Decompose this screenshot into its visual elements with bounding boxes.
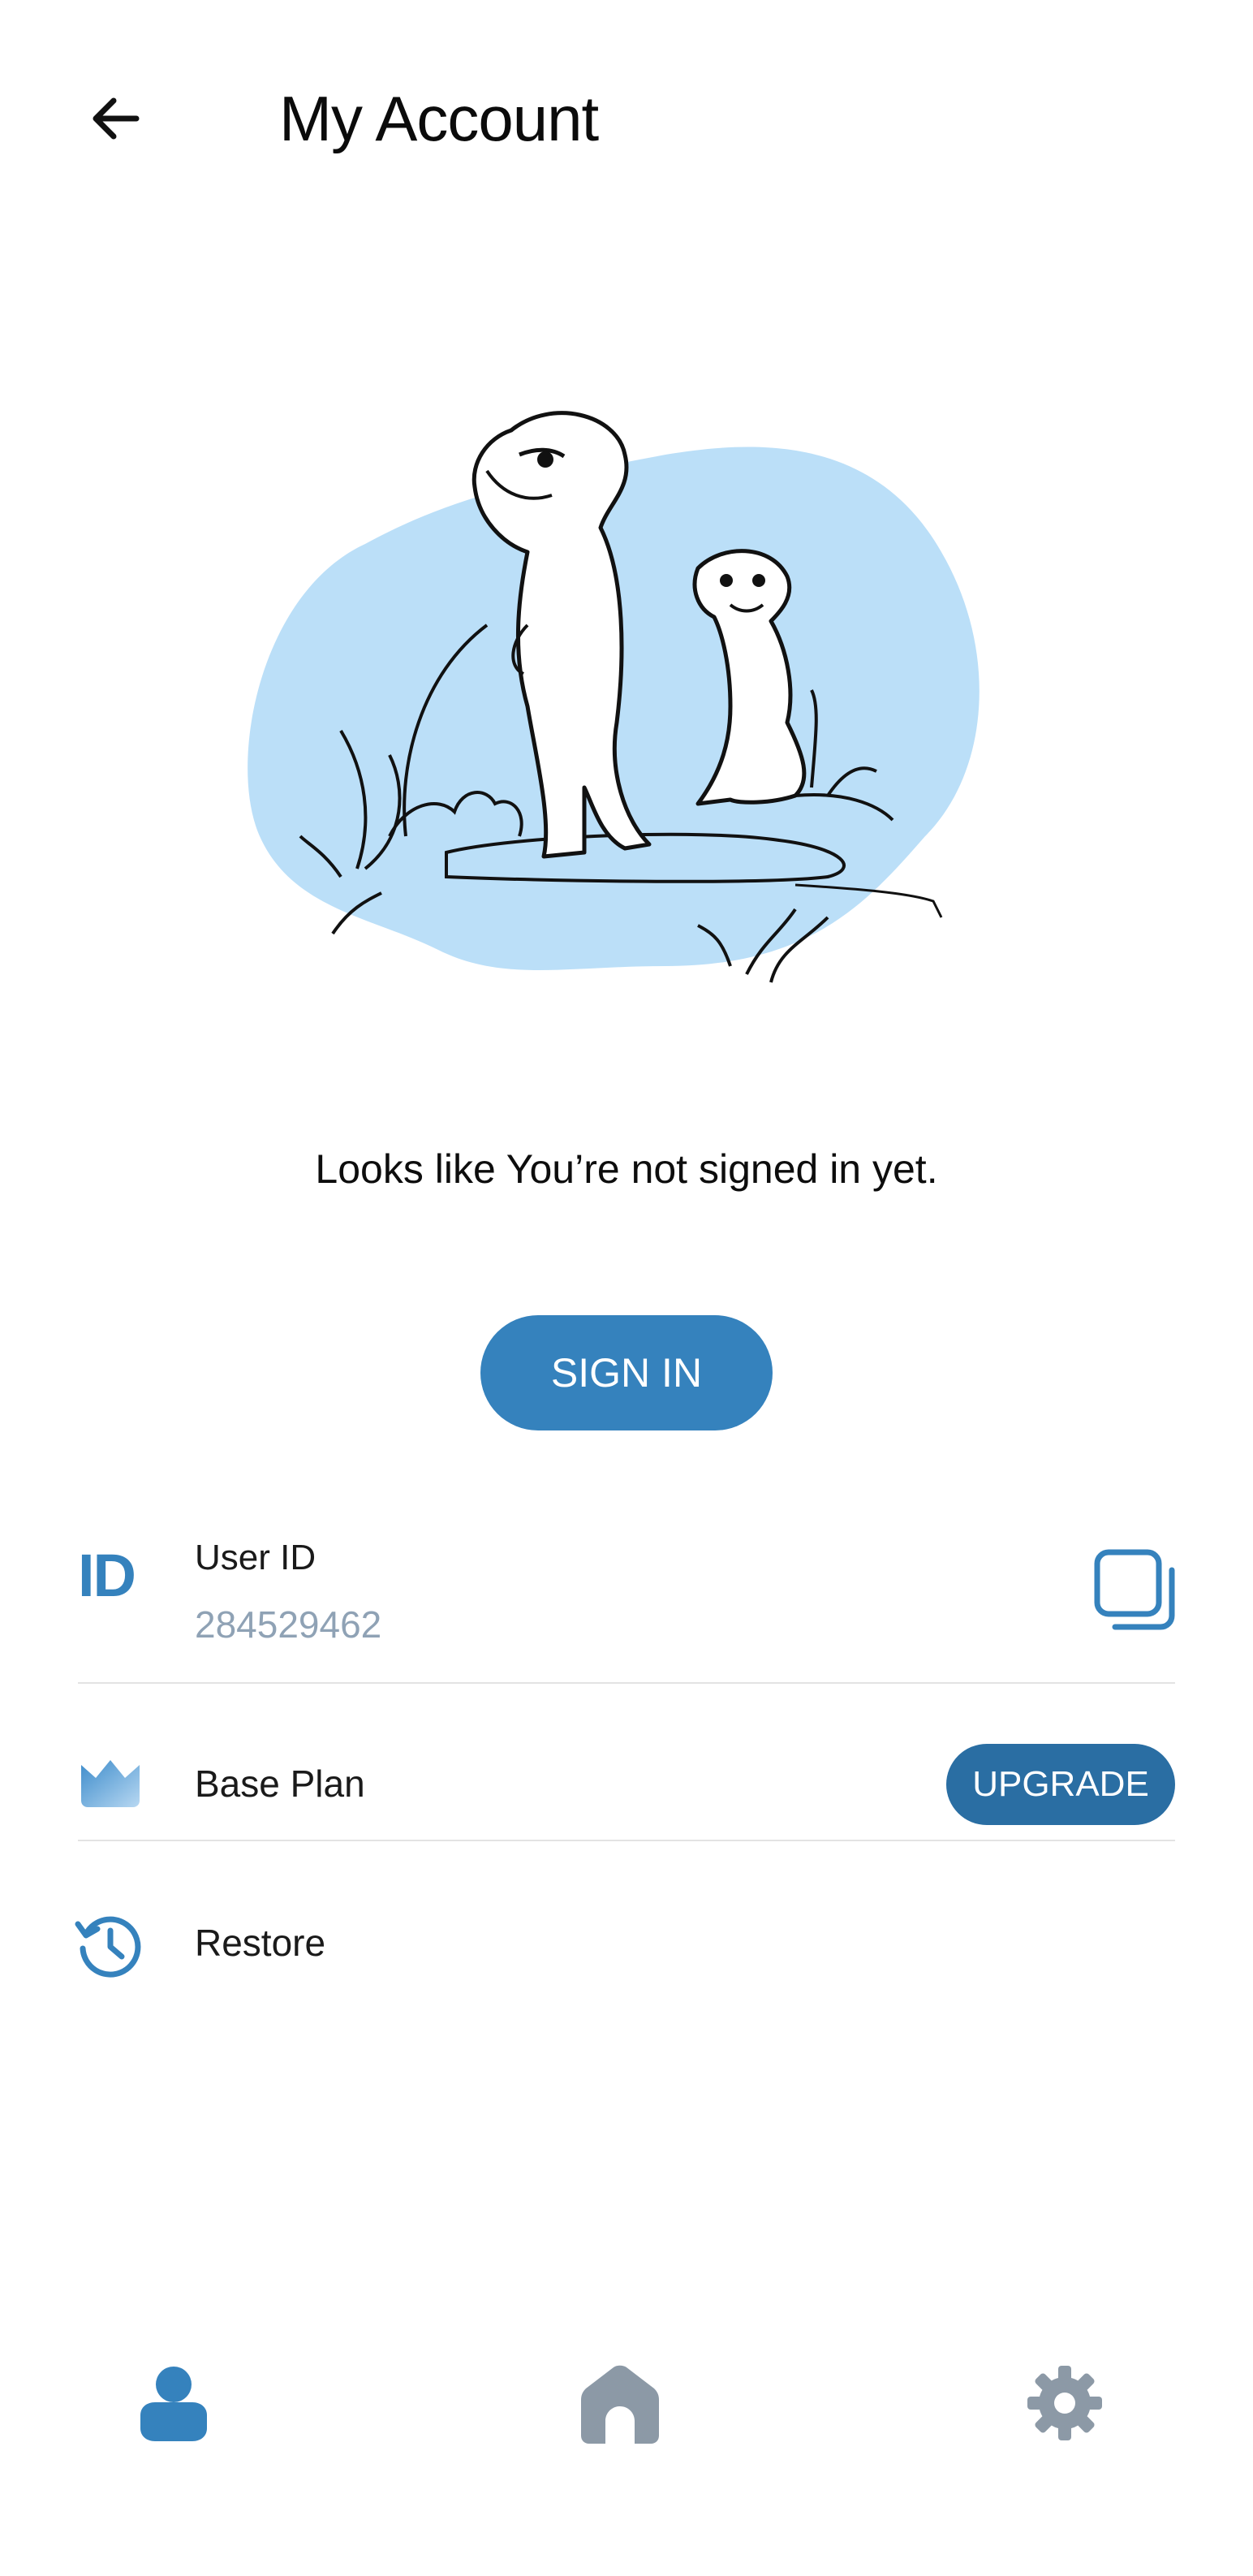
user-icon bbox=[140, 2367, 207, 2441]
divider bbox=[78, 1682, 1175, 1684]
gear-icon bbox=[1027, 2366, 1102, 2440]
history-icon bbox=[75, 1916, 141, 1978]
arrow-left-icon bbox=[93, 97, 140, 140]
copy-user-id-button[interactable] bbox=[1091, 1546, 1180, 1635]
nav-account[interactable] bbox=[125, 2354, 222, 2452]
nav-settings[interactable] bbox=[1016, 2354, 1113, 2452]
plan-label: Base Plan bbox=[195, 1763, 365, 1805]
nav-home[interactable] bbox=[571, 2354, 669, 2452]
sign-in-button[interactable]: SIGN IN bbox=[480, 1315, 773, 1430]
user-id-value: 284529462 bbox=[195, 1603, 382, 1646]
copy-icon bbox=[1094, 1549, 1175, 1630]
upgrade-button[interactable]: UPGRADE bbox=[946, 1744, 1175, 1825]
my-account-screen: My Account Looks like You’re not signed … bbox=[0, 0, 1253, 2576]
home-icon bbox=[581, 2365, 659, 2444]
id-icon: ID bbox=[78, 1542, 136, 1609]
page-title: My Account bbox=[279, 83, 599, 154]
back-button[interactable] bbox=[78, 81, 153, 156]
restore-button[interactable]: Restore bbox=[195, 1914, 325, 1971]
user-id-label: User ID bbox=[195, 1538, 316, 1577]
divider bbox=[78, 1840, 1175, 1841]
crown-icon bbox=[81, 1760, 140, 1807]
meerkats-illustration bbox=[248, 411, 980, 983]
not-signed-in-message: Looks like You’re not signed in yet. bbox=[315, 1146, 938, 1192]
